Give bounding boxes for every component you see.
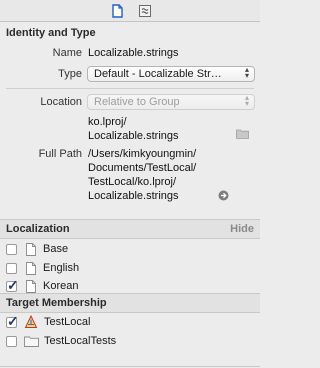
full-path-line1: /Users/kimkyoungmin/ xyxy=(88,148,197,160)
localization-row[interactable]: Base xyxy=(0,240,260,259)
base-checkbox[interactable] xyxy=(6,244,17,255)
select-stepper-icon: ▴ ▾ xyxy=(244,66,249,80)
localization-item-label: English xyxy=(43,262,80,274)
target-row[interactable]: ✓ TestLocal xyxy=(0,313,260,332)
type-select-value: Default - Localizable Str… xyxy=(94,68,222,80)
file-icon xyxy=(26,280,36,293)
test-bundle-icon xyxy=(24,336,39,347)
checkmark-icon: ✓ xyxy=(7,277,19,293)
reveal-in-finder-icon[interactable] xyxy=(218,190,229,204)
location-path-line1: ko.lproj/ xyxy=(88,116,127,128)
location-label: Location xyxy=(40,96,82,108)
localization-item-label: Korean xyxy=(43,280,79,292)
file-inspector-tab-icon[interactable] xyxy=(110,4,124,18)
full-path-line2: Documents/TestLocal/ xyxy=(88,162,197,174)
target-item-label: TestLocalTests xyxy=(44,335,117,347)
testlocal-checkbox[interactable]: ✓ xyxy=(6,313,19,329)
folder-icon[interactable] xyxy=(236,128,249,142)
full-path-label: Full Path xyxy=(38,148,82,160)
target-item-label: TestLocal xyxy=(44,316,91,328)
localization-header: Localization xyxy=(6,223,70,235)
select-stepper-icon: ▴ ▾ xyxy=(244,94,249,108)
full-path-line3: TestLocal/ko.lproj/ xyxy=(88,176,177,188)
localization-section-header: Localization Hide xyxy=(0,219,260,239)
file-icon xyxy=(26,262,36,275)
full-path-line4: Localizable.strings xyxy=(88,190,179,202)
app-target-icon xyxy=(24,315,38,328)
checkmark-icon: ✓ xyxy=(7,313,19,329)
testlocaltests-checkbox[interactable] xyxy=(6,336,17,347)
quick-help-tab-icon[interactable] xyxy=(138,4,152,18)
location-path-line2: Localizable.strings xyxy=(88,130,179,142)
target-membership-section-header: Target Membership xyxy=(0,293,260,313)
hide-button[interactable]: Hide xyxy=(230,223,254,235)
location-select-value: Relative to Group xyxy=(94,96,180,108)
english-checkbox[interactable] xyxy=(6,263,17,274)
korean-checkbox[interactable]: ✓ xyxy=(6,277,19,293)
name-label: Name xyxy=(52,47,82,59)
type-label: Type xyxy=(58,68,82,80)
divider xyxy=(6,88,254,89)
identity-and-type-header: Identity and Type xyxy=(6,27,96,39)
type-select[interactable]: Default - Localizable Str… ▴ ▾ xyxy=(87,66,255,82)
inspector-tab-bar xyxy=(0,0,260,22)
target-membership-header: Target Membership xyxy=(6,297,107,309)
bottom-divider xyxy=(0,366,260,367)
target-row[interactable]: TestLocalTests xyxy=(0,332,260,351)
localization-row[interactable]: English xyxy=(0,259,260,278)
localization-item-label: Base xyxy=(43,243,69,255)
name-value[interactable]: Localizable.strings xyxy=(88,47,179,59)
location-select[interactable]: Relative to Group ▴ ▾ xyxy=(87,94,255,110)
file-icon xyxy=(26,243,36,256)
